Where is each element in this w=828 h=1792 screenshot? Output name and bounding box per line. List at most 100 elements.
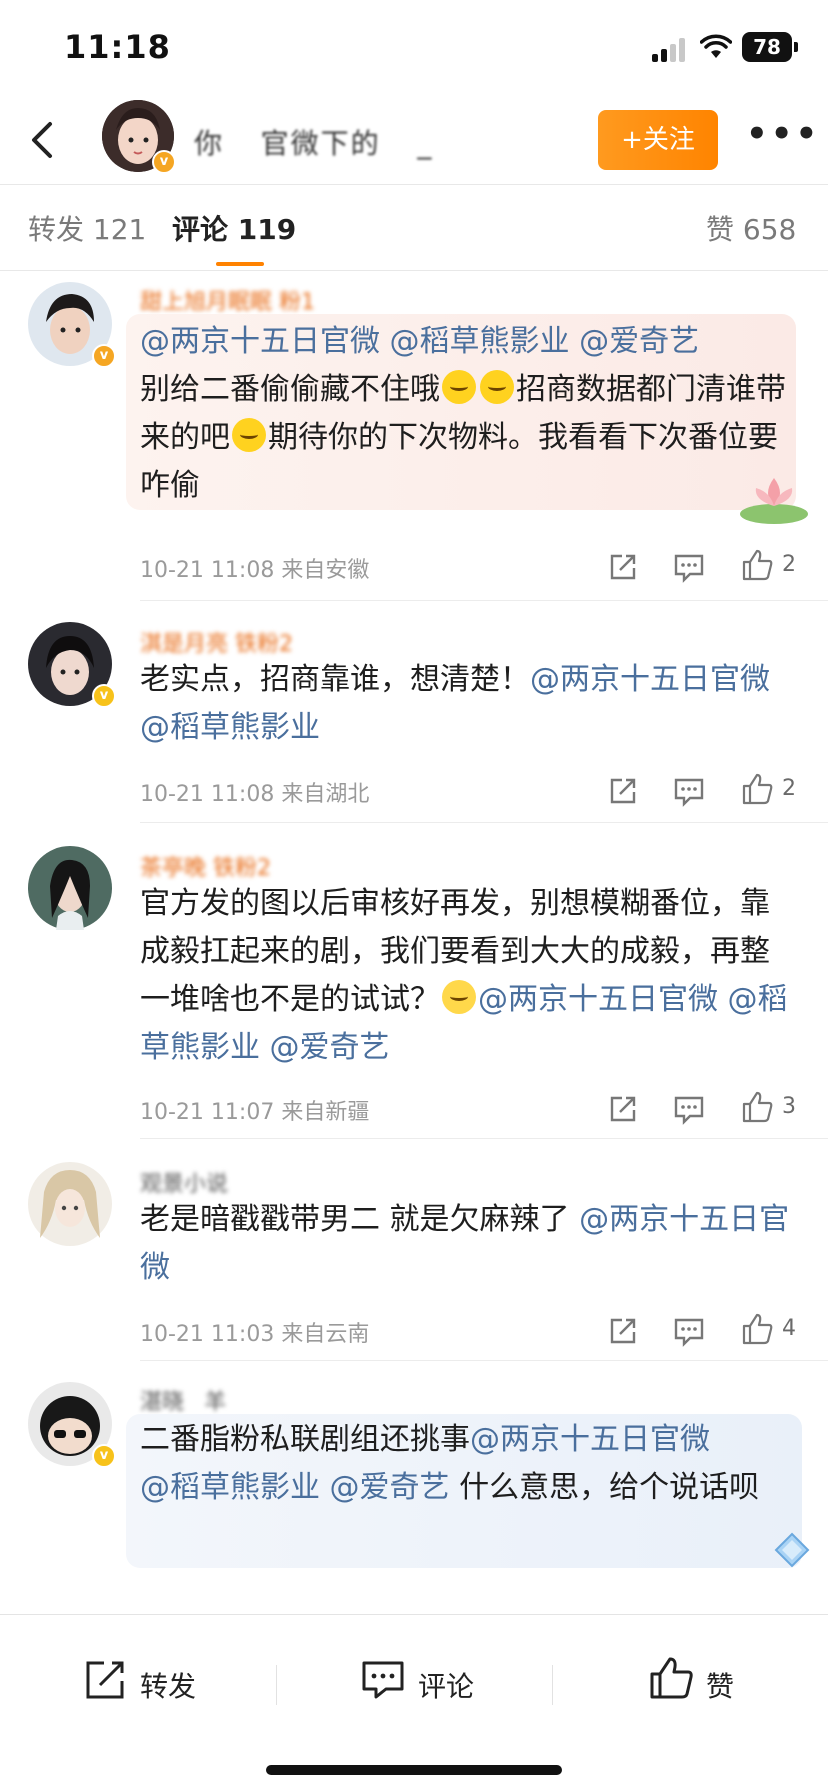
active-tab-indicator: [216, 262, 264, 266]
like-count: 2: [782, 776, 796, 801]
author-name[interactable]: 你ㅤ 官微下的ㅤ _: [194, 122, 433, 162]
bottom-action-bar: 转发 评论 赞: [0, 1614, 828, 1792]
mention-link[interactable]: @爱奇艺: [330, 1470, 450, 1505]
verified-badge-icon: v: [92, 684, 116, 708]
thumbs-up-icon: [650, 1657, 693, 1699]
commenter-avatar[interactable]: [28, 846, 112, 930]
header-divider: [0, 184, 828, 185]
comment-text-segment: 老实点，招商靠谁，想清楚！: [140, 662, 530, 697]
thumbs-up-icon[interactable]: [740, 548, 774, 582]
share-icon[interactable]: [606, 1092, 640, 1126]
comment-meta: 10-21 11:03 来自云南: [140, 1316, 369, 1348]
thumbs-up-icon[interactable]: [740, 772, 774, 806]
wifi-icon: [700, 34, 732, 58]
verified-badge-icon: v: [92, 344, 116, 368]
mention-link[interactable]: @两京十五日官微: [140, 324, 380, 359]
like-count: 2: [782, 552, 796, 577]
comment-button[interactable]: 评论: [360, 1651, 500, 1711]
battery-icon: 78: [742, 32, 798, 62]
comment-label: 评论: [418, 1670, 475, 1703]
repost-button[interactable]: 转发: [82, 1651, 222, 1711]
smile-emoji-icon: [442, 370, 476, 404]
comment-text-segment: 别给二番偷偷藏不住哦: [140, 372, 440, 407]
commenter-name[interactable]: 茶亭晚 铁粉2: [140, 850, 271, 882]
reply-icon[interactable]: [672, 774, 706, 808]
comment-location: 来自新疆: [281, 1100, 370, 1125]
comment-item: 观景小说 老是暗戳戳带男二 就是欠麻辣了 @两京十五日官微 10-21 11:0…: [0, 1138, 828, 1361]
follow-button[interactable]: +关注: [598, 110, 718, 170]
home-indicator: [266, 1765, 562, 1775]
author-avatar[interactable]: v: [102, 100, 176, 174]
commenter-avatar[interactable]: v: [28, 1382, 116, 1468]
share-icon[interactable]: [606, 774, 640, 808]
tab-repost[interactable]: 转发 121: [28, 208, 146, 248]
comment-time: 10-21 11:03: [140, 1322, 275, 1347]
commenter-name[interactable]: 甜上旭月眠眠 粉1: [140, 284, 315, 316]
smile-emoji-icon: [232, 418, 266, 452]
comment-text-segment: 二番脂粉私联剧组还挑事: [140, 1422, 470, 1457]
commenter-avatar[interactable]: v: [28, 282, 116, 368]
comment-item: v 淇是月亮 铁粉2 老实点，招商靠谁，想清楚！@两京十五日官微 @稻草熊影业 …: [0, 600, 828, 823]
share-icon[interactable]: [606, 1314, 640, 1348]
comment-icon: [362, 1661, 404, 1699]
smile-emoji-icon: [480, 370, 514, 404]
tab-comment[interactable]: 评论 119: [172, 208, 296, 248]
comment-time: 10-21 11:07: [140, 1100, 275, 1125]
commenter-avatar[interactable]: v: [28, 622, 116, 708]
comment-text: 老是暗戳戳带男二 就是欠麻辣了 @两京十五日官微: [140, 1196, 790, 1292]
mention-link[interactable]: @稻草熊影业: [140, 710, 320, 745]
mention-link[interactable]: @两京十五日官微: [478, 982, 718, 1017]
tab-likes[interactable]: 赞 658: [706, 208, 796, 248]
bottom-bar-divider: [552, 1665, 553, 1705]
back-button[interactable]: [14, 110, 74, 170]
comment-text: 老实点，招商靠谁，想清楚！@两京十五日官微 @稻草熊影业: [140, 656, 790, 752]
comment-item: v 湛晓ㅤ羊 二番脂粉私联剧组还挑事@两京十五日官微 @稻草熊影业 @爱奇艺 什…: [0, 1360, 828, 1616]
comment-location: 来自云南: [281, 1322, 370, 1347]
comment-meta: 10-21 11:08 来自湖北: [140, 776, 369, 808]
comment-time: 10-21 11:08: [140, 558, 275, 583]
bottom-bar-divider: [276, 1665, 277, 1705]
thumbs-up-icon[interactable]: [740, 1312, 774, 1346]
comment-location: 来自安徽: [281, 558, 370, 583]
comment-meta: 10-21 11:07 来自新疆: [140, 1094, 369, 1126]
mention-link[interactable]: @稻草熊影业: [390, 324, 570, 359]
comment-item: 茶亭晚 铁粉2 官方发的图以后审核好再发，别想模糊番位，靠成毅扛起来的剧，我们要…: [0, 822, 828, 1139]
post-header: v 你ㅤ 官微下的ㅤ _ +关注 •••: [0, 100, 828, 184]
repost-label: 转发: [140, 1670, 197, 1703]
verified-badge-icon: v: [92, 1444, 116, 1468]
more-dots-icon[interactable]: •••: [746, 114, 817, 164]
comment-time: 10-21 11:08: [140, 782, 275, 807]
like-button[interactable]: 赞: [648, 1651, 768, 1711]
comment-text-segment: 老是暗戳戳带男二 就是欠麻辣了: [140, 1202, 570, 1237]
mention-link[interactable]: @爱奇艺: [579, 324, 699, 359]
repost-icon: [86, 1661, 124, 1699]
like-count: 3: [782, 1094, 796, 1119]
thumbs-up-icon[interactable]: [740, 1090, 774, 1124]
commenter-name[interactable]: 湛晓ㅤ羊: [140, 1384, 226, 1416]
comment-text: 二番脂粉私联剧组还挑事@两京十五日官微 @稻草熊影业 @爱奇艺 什么意思，给个说…: [140, 1416, 790, 1512]
reply-icon[interactable]: [672, 1314, 706, 1348]
share-icon[interactable]: [606, 550, 640, 584]
slight-smile-emoji-icon: [442, 980, 476, 1014]
mention-link[interactable]: @爱奇艺: [270, 1030, 390, 1065]
mention-link[interactable]: @两京十五日官微: [530, 662, 770, 697]
post-tabs: 转发 121 评论 119 赞 658: [0, 188, 828, 268]
reply-icon[interactable]: [672, 550, 706, 584]
mention-link[interactable]: @两京十五日官微: [470, 1422, 710, 1457]
mention-link[interactable]: @稻草熊影业: [140, 1470, 320, 1505]
comment-meta: 10-21 11:08 来自安徽: [140, 552, 369, 584]
comment-item: v 甜上旭月眠眠 粉1 @两京十五日官微 @稻草熊影业 @爱奇艺 别给二番偷偷藏…: [0, 270, 828, 601]
comment-location: 来自湖北: [281, 782, 370, 807]
like-label: 赞: [706, 1670, 735, 1703]
comment-text: 官方发的图以后审核好再发，别想模糊番位，靠成毅扛起来的剧，我们要看到大大的成毅，…: [140, 880, 790, 1072]
comment-list: v 甜上旭月眠眠 粉1 @两京十五日官微 @稻草熊影业 @爱奇艺 别给二番偷偷藏…: [0, 270, 828, 1616]
diamond-decoration-icon: [774, 1532, 810, 1568]
commenter-avatar[interactable]: [28, 1162, 112, 1246]
verified-badge-icon: v: [152, 150, 176, 174]
commenter-name[interactable]: 淇是月亮 铁粉2: [140, 626, 293, 658]
weibo-comments-screen: 11:18 78 v 你ㅤ 官微下的ㅤ _ +关注 ••• 转发 121 评论 …: [0, 0, 828, 1792]
status-bar: 11:18 78: [0, 0, 828, 100]
reply-icon[interactable]: [672, 1092, 706, 1126]
comment-text: @两京十五日官微 @稻草熊影业 @爱奇艺 别给二番偷偷藏不住哦 招商数据都门清谁带…: [140, 318, 790, 510]
commenter-name[interactable]: 观景小说: [140, 1166, 228, 1198]
